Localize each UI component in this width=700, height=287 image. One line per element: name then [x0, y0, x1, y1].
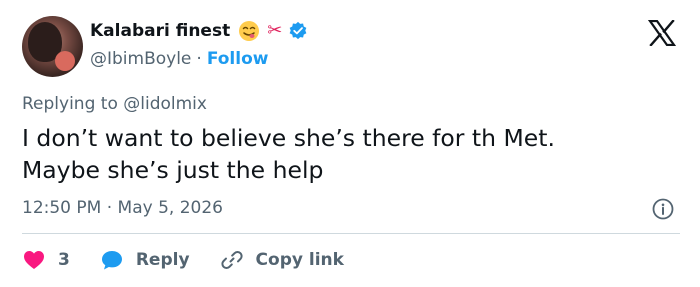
tweet-text-line-2: Maybe she’s just the help [22, 156, 324, 184]
link-icon [220, 251, 243, 269]
follow-button[interactable]: Follow [207, 49, 269, 69]
avatar[interactable] [22, 16, 83, 77]
author-display-name[interactable]: Kalabari finest [90, 21, 230, 41]
divider [22, 233, 680, 234]
meta-separator: · [106, 198, 113, 218]
replying-to: Replying to @lidolmix [22, 94, 207, 114]
author-handle-row: @IbimBoyle · Follow [90, 49, 268, 69]
copy-link-button[interactable]: Copy link [220, 248, 344, 272]
tweet-text: I don’t want to believe she’s there for … [22, 122, 662, 186]
scissors-icon: ✂ [267, 20, 283, 41]
speech-bubble-icon [101, 251, 122, 270]
tweet-timestamp[interactable]: 12:50 PM · May 5, 2026 [22, 198, 223, 218]
tweet-time: 12:50 PM [22, 198, 102, 218]
tweet-text-line-1: I don’t want to believe she’s there for … [22, 124, 555, 152]
heart-icon [24, 251, 44, 269]
like-count: 3 [58, 250, 70, 270]
tweet-date: May 5, 2026 [117, 198, 223, 218]
info-icon[interactable] [652, 198, 674, 220]
x-logo-icon[interactable] [647, 19, 677, 47]
author-handle[interactable]: @IbimBoyle [90, 49, 191, 69]
replying-to-prefix: Replying to [22, 94, 118, 114]
like-button[interactable]: 3 [22, 248, 70, 272]
replying-to-handle[interactable]: @lidolmix [123, 94, 207, 114]
author-name-row: Kalabari finest ✂ [90, 18, 308, 44]
face-savoring-food-icon [238, 20, 260, 42]
action-bar: 3 Reply Copy link [22, 246, 344, 274]
separator-dot: · [196, 49, 202, 69]
verified-badge-icon[interactable] [288, 21, 308, 41]
copy-link-label: Copy link [255, 250, 344, 270]
reply-button[interactable]: Reply [100, 248, 190, 272]
reply-label: Reply [135, 250, 190, 270]
